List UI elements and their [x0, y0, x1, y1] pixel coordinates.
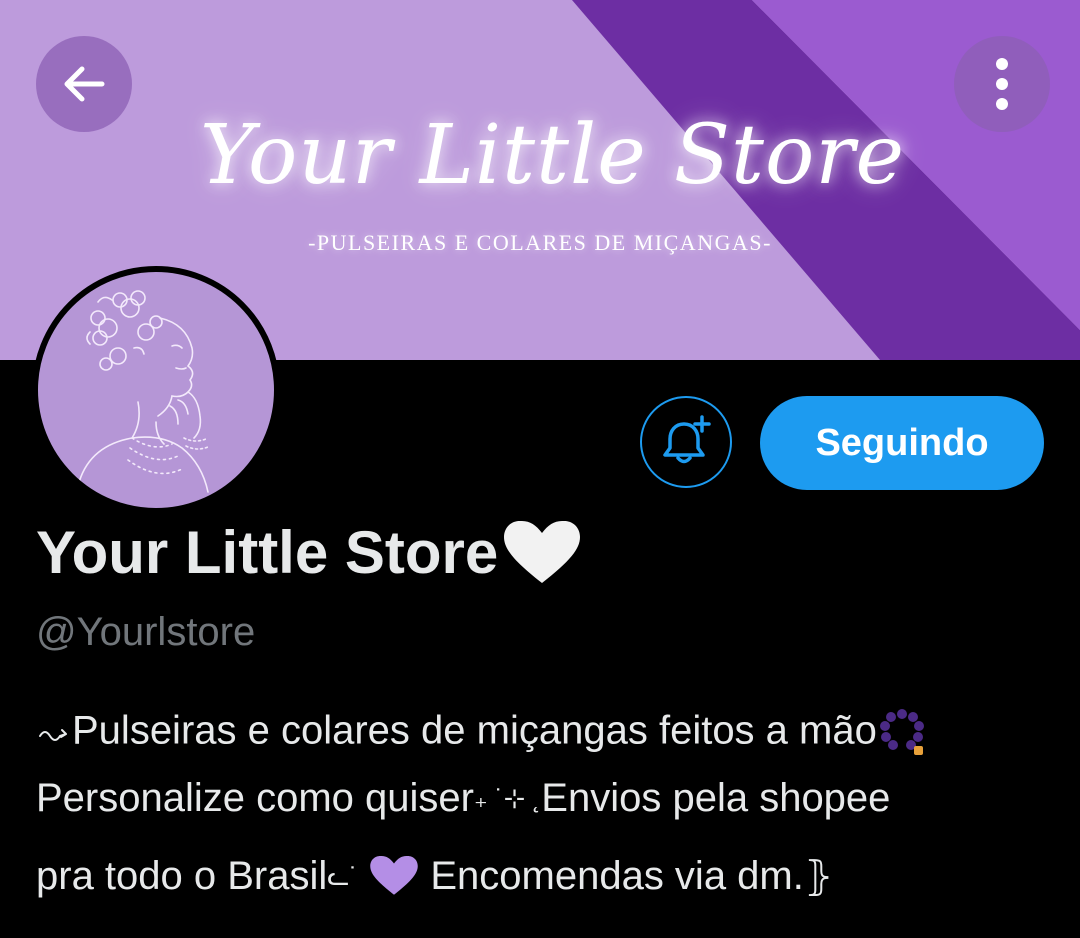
arrow-left-icon — [64, 66, 105, 102]
profile-avatar[interactable] — [32, 266, 280, 514]
banner-subtitle: -PULSEIRAS E COLARES DE MIÇANGAS- — [308, 230, 772, 255]
back-button[interactable] — [36, 36, 132, 132]
bell-plus-icon — [663, 415, 711, 464]
bio-line-2: Personalize como quiser₊ ˙⊹ ˛Envios pela… — [36, 774, 1046, 821]
following-button[interactable]: Seguindo — [760, 396, 1044, 490]
bio-text-3b: Encomendas via dm. — [430, 853, 804, 898]
bio-text-2a: Personalize como quiser — [36, 775, 474, 820]
bio-text-1: Pulseiras e colares de miçangas feitos a… — [72, 708, 877, 753]
wave-arrow-icon — [39, 729, 67, 741]
more-options-button[interactable] — [954, 36, 1050, 132]
bio-line-1: Pulseiras e colares de miçangas feitos a… — [36, 706, 1046, 756]
prayer-beads-icon — [879, 709, 924, 755]
purple-heart-icon — [370, 856, 418, 896]
avatar-illustration — [77, 290, 211, 493]
notifications-button[interactable] — [640, 396, 732, 488]
bio-text-2b: Envios pela shopee — [541, 775, 891, 820]
display-name-text: Your Little Store — [36, 519, 499, 586]
bio-line-3: pra todo o Brasilᓚ˙ Encomendas via dm.⦄ — [36, 852, 1046, 899]
bio-text-3a: pra todo o Brasil — [36, 853, 328, 898]
white-heart-icon — [504, 520, 581, 583]
profile-handle: @Yourlstore — [36, 610, 256, 654]
banner-title: Your Little Store — [200, 108, 906, 203]
profile-display-name: Your Little Store — [36, 518, 582, 587]
more-vertical-icon — [996, 58, 1008, 110]
brace-decor-icon: ⦄ — [803, 854, 834, 899]
sparkle-decor-icon: ₊ ˙⊹ ˛ — [474, 782, 542, 813]
moon-decor-icon: ᓚ˙ — [327, 860, 359, 891]
